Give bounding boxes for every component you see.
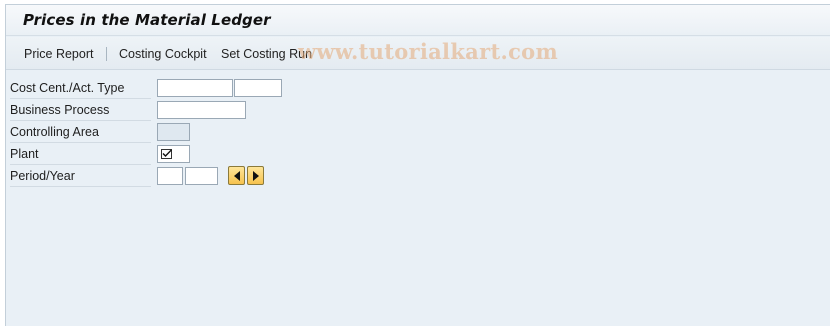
business-process-label: Business Process <box>10 100 151 121</box>
price-report-button[interactable]: Price Report <box>24 46 93 62</box>
costing-cockpit-button[interactable]: Costing Cockpit <box>119 46 207 62</box>
plant-checkbox[interactable] <box>157 145 190 163</box>
triangle-right-icon <box>253 171 259 181</box>
watermark: www.tutorialkart.com <box>298 39 558 64</box>
checkbox-checked-icon <box>161 149 172 159</box>
triangle-left-icon <box>234 171 240 181</box>
page-title: Prices in the Material Ledger <box>23 11 271 29</box>
title-bar: Prices in the Material Ledger <box>6 5 830 36</box>
period-year-label: Period/Year <box>10 166 151 187</box>
previous-period-button[interactable] <box>228 166 245 185</box>
controlling-area-input[interactable] <box>157 123 190 141</box>
main-window: Prices in the Material Ledger Price Repo… <box>5 4 830 326</box>
year-input[interactable] <box>185 167 218 185</box>
activity-type-input[interactable] <box>234 79 282 97</box>
cost-center-input[interactable] <box>157 79 233 97</box>
next-period-button[interactable] <box>247 166 264 185</box>
period-input[interactable] <box>157 167 183 185</box>
controlling-area-label: Controlling Area <box>10 122 151 143</box>
toolbar-separator <box>106 47 107 61</box>
plant-label: Plant <box>10 144 151 165</box>
business-process-input[interactable] <box>157 101 246 119</box>
cost-center-label: Cost Cent./Act. Type <box>10 78 151 99</box>
